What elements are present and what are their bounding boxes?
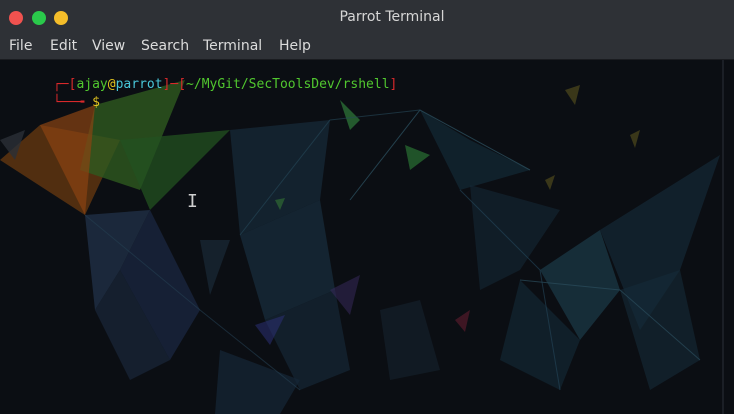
terminal-area[interactable]: ┌─[ajay@parrot]─[~/MyGit/SecToolsDev/rsh… (0, 60, 734, 414)
prompt-at: @ (107, 77, 116, 92)
menu-terminal[interactable]: Terminal (203, 38, 262, 54)
menu-help[interactable]: Help (279, 38, 311, 54)
prompt-host: parrot (115, 77, 163, 92)
background-art (0, 60, 734, 414)
text-cursor-icon: I (187, 191, 198, 212)
path-open-bracket: [ (178, 77, 187, 92)
menu-view[interactable]: View (92, 38, 125, 54)
prompt-corner-bottom: └──╼ (52, 95, 85, 110)
prompt-path: ~/MyGit/SecToolsDev/rshell (186, 77, 390, 92)
title-bar[interactable]: Parrot Terminal (0, 0, 734, 37)
menu-edit[interactable]: Edit (50, 38, 77, 54)
terminal-window: Parrot Terminal File Edit View Search Te… (0, 0, 734, 414)
prompt-line-2[interactable]: └──╼ $ (6, 80, 100, 125)
menu-search[interactable]: Search (141, 38, 189, 54)
prompt-symbol: $ (92, 95, 100, 110)
path-close-bracket: ] (389, 77, 398, 92)
terminal-scrollbar[interactable] (722, 60, 724, 414)
window-title: Parrot Terminal (339, 9, 445, 25)
menu-file[interactable]: File (9, 38, 32, 54)
menu-bar: File Edit View Search Terminal Help (0, 36, 734, 60)
